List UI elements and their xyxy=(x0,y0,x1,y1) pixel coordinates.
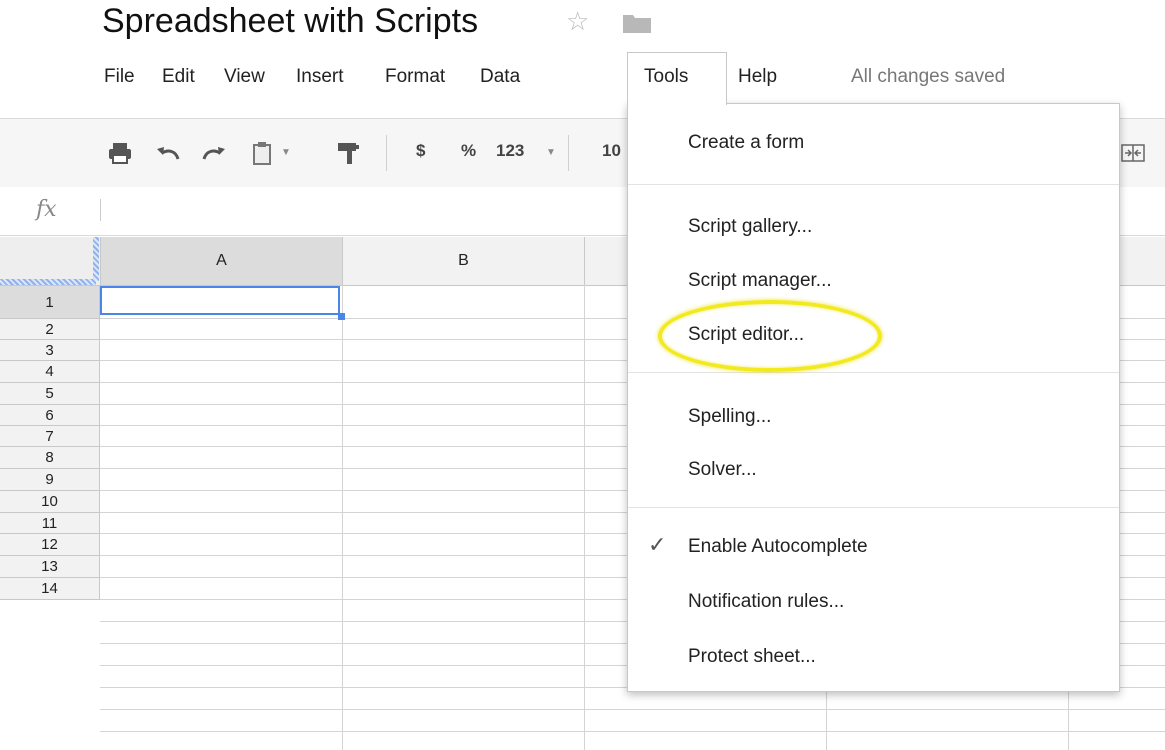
menu-format[interactable]: Format xyxy=(385,66,445,88)
menu-item-spelling[interactable]: Spelling... xyxy=(688,406,771,428)
row-header-10[interactable]: 10 xyxy=(0,491,100,513)
save-status: All changes saved xyxy=(851,66,1006,87)
menu-item-create-form[interactable]: Create a form xyxy=(688,132,804,154)
row-header-14[interactable]: 14 xyxy=(0,578,100,600)
menu-item-enable-autocomplete[interactable]: Enable Autocomplete xyxy=(688,536,868,558)
redo-icon[interactable] xyxy=(200,141,228,165)
toolbar-separator xyxy=(386,135,387,171)
menu-separator xyxy=(628,184,1119,185)
row-header-7[interactable]: 7 xyxy=(0,426,100,447)
row-header-2[interactable]: 2 xyxy=(0,319,100,340)
currency-format-button[interactable]: $ xyxy=(416,141,425,161)
fx-icon: fx xyxy=(36,197,57,222)
undo-icon[interactable] xyxy=(154,141,182,165)
row-freeze-handle[interactable] xyxy=(0,279,96,285)
grid-line xyxy=(584,285,585,750)
selected-cell-a1[interactable] xyxy=(100,286,340,315)
grid-line xyxy=(342,285,343,750)
column-header-a[interactable]: A xyxy=(101,237,343,286)
paste-dropdown-icon[interactable]: ▼ xyxy=(281,147,291,158)
number-format-dropdown-icon[interactable]: ▼ xyxy=(546,147,556,158)
menu-edit[interactable]: Edit xyxy=(162,66,195,88)
highlight-circle xyxy=(658,300,882,372)
row-header-12[interactable]: 12 xyxy=(0,534,100,556)
menu-item-notification-rules[interactable]: Notification rules... xyxy=(688,591,844,613)
row-header-13[interactable]: 13 xyxy=(0,556,100,578)
merge-cells-icon[interactable] xyxy=(1120,141,1146,165)
grid-line xyxy=(100,709,1165,710)
font-size-button[interactable]: 10 xyxy=(602,141,621,161)
menu-item-solver[interactable]: Solver... xyxy=(688,459,757,481)
row-header-6[interactable]: 6 xyxy=(0,405,100,426)
paint-format-icon[interactable] xyxy=(334,141,362,165)
menu-help[interactable]: Help xyxy=(738,66,777,88)
menu-view[interactable]: View xyxy=(224,66,265,88)
menu-item-script-manager[interactable]: Script manager... xyxy=(688,270,832,292)
menu-tools-label: Tools xyxy=(644,66,689,87)
number-format-button[interactable]: 123 xyxy=(496,141,524,161)
column-freeze-handle[interactable] xyxy=(93,237,99,281)
row-header-8[interactable]: 8 xyxy=(0,447,100,469)
percent-format-button[interactable]: % xyxy=(461,141,476,161)
menu-item-script-gallery[interactable]: Script gallery... xyxy=(688,216,812,238)
row-header-1[interactable]: 1 xyxy=(0,286,100,319)
document-title[interactable]: Spreadsheet with Scripts xyxy=(102,2,478,41)
column-header-b[interactable]: B xyxy=(343,237,585,286)
formula-input[interactable] xyxy=(106,195,606,225)
formula-separator xyxy=(100,199,101,221)
menu-insert[interactable]: Insert xyxy=(296,66,344,88)
row-header-4[interactable]: 4 xyxy=(0,361,100,383)
toolbar-separator xyxy=(568,135,569,171)
folder-icon[interactable] xyxy=(622,12,652,34)
row-header-9[interactable]: 9 xyxy=(0,469,100,491)
menu-separator xyxy=(628,507,1119,508)
tools-dropdown-menu: Create a form Script gallery... Script m… xyxy=(627,103,1120,692)
row-header-11[interactable]: 11 xyxy=(0,513,100,534)
row-header-3[interactable]: 3 xyxy=(0,340,100,361)
fill-handle[interactable] xyxy=(338,313,345,320)
menu-separator xyxy=(628,372,1119,373)
menu-tools[interactable]: Tools xyxy=(627,52,727,105)
row-header-5[interactable]: 5 xyxy=(0,383,100,405)
print-icon[interactable] xyxy=(106,141,134,165)
paste-icon[interactable] xyxy=(250,141,278,165)
checkmark-icon: ✓ xyxy=(648,532,667,557)
menu-data[interactable]: Data xyxy=(480,66,520,88)
menu-file[interactable]: File xyxy=(104,66,135,88)
menu-item-protect-sheet[interactable]: Protect sheet... xyxy=(688,646,816,668)
grid-line xyxy=(100,731,1165,732)
star-icon[interactable]: ☆ xyxy=(566,6,589,37)
